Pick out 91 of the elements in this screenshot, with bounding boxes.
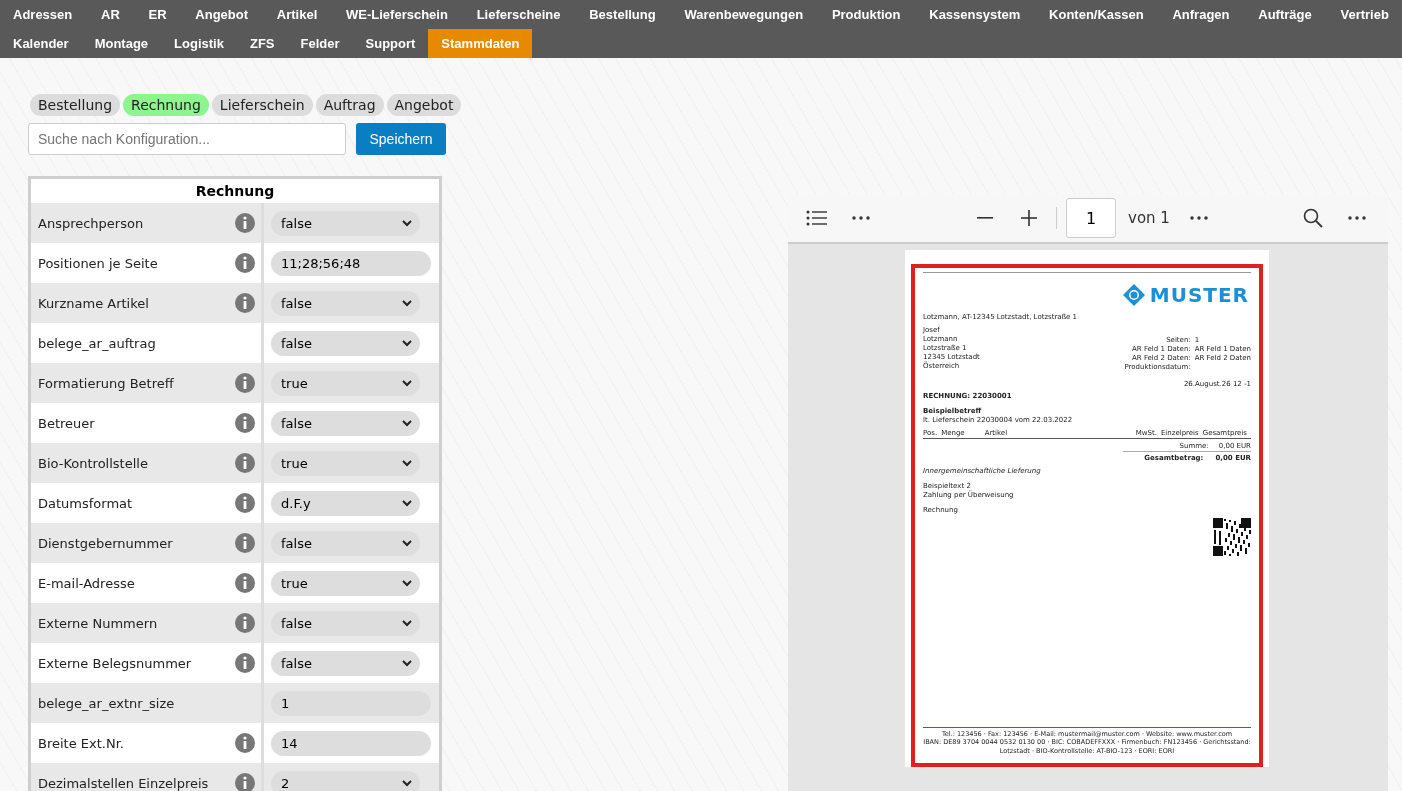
chevron-down-icon [402, 779, 412, 787]
menu-tab[interactable]: Anfragen [1159, 0, 1243, 29]
page-number-field[interactable]: 1 [1066, 198, 1116, 238]
setting-label: Positionen je Seite [38, 255, 158, 271]
select-field[interactable]: true [271, 370, 420, 396]
info-icon[interactable] [235, 213, 255, 233]
info-icon[interactable] [235, 253, 255, 273]
setting-label: Betreuer [38, 415, 95, 431]
chevron-down-icon [402, 619, 412, 627]
select-field[interactable]: false [271, 410, 420, 436]
page-count: von 1 [1128, 209, 1170, 227]
chevron-down-icon [402, 499, 412, 507]
menu-tab[interactable]: Lieferscheine [463, 0, 574, 29]
menu-tab[interactable]: Vertrieb [1327, 0, 1402, 29]
select-field[interactable]: false [271, 210, 420, 236]
info-icon[interactable] [235, 413, 255, 433]
info-icon[interactable] [235, 293, 255, 313]
input-field[interactable]: 11;28;56;48 [271, 250, 431, 276]
document-tab[interactable]: Rechnung [123, 94, 209, 116]
menu-tab[interactable]: Warenbewegungen [671, 0, 817, 29]
chevron-down-icon [402, 579, 412, 587]
setting-label: Externe Nummern [38, 615, 158, 631]
menu-tab[interactable]: Kassensystem [916, 0, 1034, 29]
chevron-down-icon [402, 379, 412, 387]
document-tab[interactable]: Bestellung [30, 94, 121, 116]
select-field[interactable]: true [271, 570, 420, 596]
setting-label: Externe Belegsnummer [38, 655, 192, 671]
qr-code-icon [1213, 517, 1251, 556]
menu-tab[interactable]: ER [135, 0, 180, 29]
info-icon[interactable] [235, 613, 255, 633]
select-field[interactable]: false [271, 330, 420, 356]
info-icon[interactable] [235, 533, 255, 553]
info-icon[interactable] [235, 653, 255, 673]
menu-tab[interactable]: Adressen [0, 0, 86, 29]
select-field[interactable]: d.F.y [271, 490, 420, 516]
input-field[interactable]: 1 [271, 690, 431, 716]
menu-tab[interactable]: Support [352, 29, 429, 58]
plus-icon[interactable] [1018, 207, 1040, 229]
setting-label: Datumsformat [38, 495, 133, 511]
document-tab[interactable]: Angebot [386, 94, 462, 116]
chevron-down-icon [402, 539, 412, 547]
menu-tab[interactable]: Felder [287, 29, 353, 58]
info-icon[interactable] [235, 733, 255, 753]
info-icon[interactable] [235, 573, 255, 593]
menu-tab[interactable]: Produktion [818, 0, 914, 29]
input-field[interactable]: 14 [271, 730, 431, 756]
menu-tab[interactable]: AR [88, 0, 133, 29]
info-icon[interactable] [235, 493, 255, 513]
save-button[interactable]: Speichern [356, 123, 446, 155]
document-tab[interactable]: Lieferschein [211, 94, 313, 116]
select-field[interactable]: false [271, 650, 420, 676]
logo-icon [1121, 283, 1146, 307]
search-icon[interactable] [1302, 207, 1324, 229]
setting-label: belege_ar_auftrag [38, 335, 156, 351]
select-field[interactable]: true [271, 450, 420, 476]
info-icon[interactable] [235, 453, 255, 473]
select-field[interactable]: 2 [271, 770, 420, 791]
table-title: Rechnung [31, 179, 439, 203]
setting-label: Formatierung Betreff [38, 375, 174, 391]
setting-label: Bio-Kontrollstelle [38, 455, 148, 471]
select-field[interactable]: false [271, 530, 420, 556]
setting-label: Breite Ext.Nr. [38, 735, 124, 751]
menu-tab[interactable]: Bestellung [576, 0, 669, 29]
menu-tab[interactable]: Kalender [0, 29, 82, 58]
menu-tab[interactable]: Angebot [182, 0, 262, 29]
search-field[interactable]: Suche nach Konfiguration... [28, 123, 346, 155]
info-icon[interactable] [235, 373, 255, 393]
info-icon[interactable] [235, 773, 255, 791]
setting-label: Ansprechperson [38, 215, 144, 231]
chevron-down-icon [402, 299, 412, 307]
chevron-down-icon [402, 339, 412, 347]
menu-tab[interactable]: Artikel [263, 0, 331, 29]
setting-label: Dienstgebernummer [38, 535, 173, 551]
menu-tab[interactable]: Konten/Kassen [1036, 0, 1157, 29]
menu-tab[interactable]: Montage [81, 29, 162, 58]
select-field[interactable]: false [271, 610, 420, 636]
setting-label: Dezimalstellen Einzelpreis [38, 775, 209, 791]
document-tab[interactable]: Auftrag [315, 94, 384, 116]
menu-tab[interactable]: Aufträge [1245, 0, 1325, 29]
setting-label: belege_ar_extnr_size [38, 695, 175, 711]
setting-label: Kurzname Artikel [38, 295, 149, 311]
chevron-down-icon [402, 459, 412, 467]
company-logo: MUSTER [1149, 283, 1249, 307]
menu-tab[interactable]: ZFS [236, 29, 288, 58]
select-field[interactable]: false [271, 290, 420, 316]
menu-tab[interactable]: Logistik [161, 29, 237, 58]
menu-tab[interactable]: WE-Lieferschein [333, 0, 461, 29]
chevron-down-icon [402, 419, 412, 427]
chevron-down-icon [402, 659, 412, 667]
chevron-down-icon [402, 219, 412, 227]
setting-label: E-mail-Adresse [38, 575, 135, 591]
